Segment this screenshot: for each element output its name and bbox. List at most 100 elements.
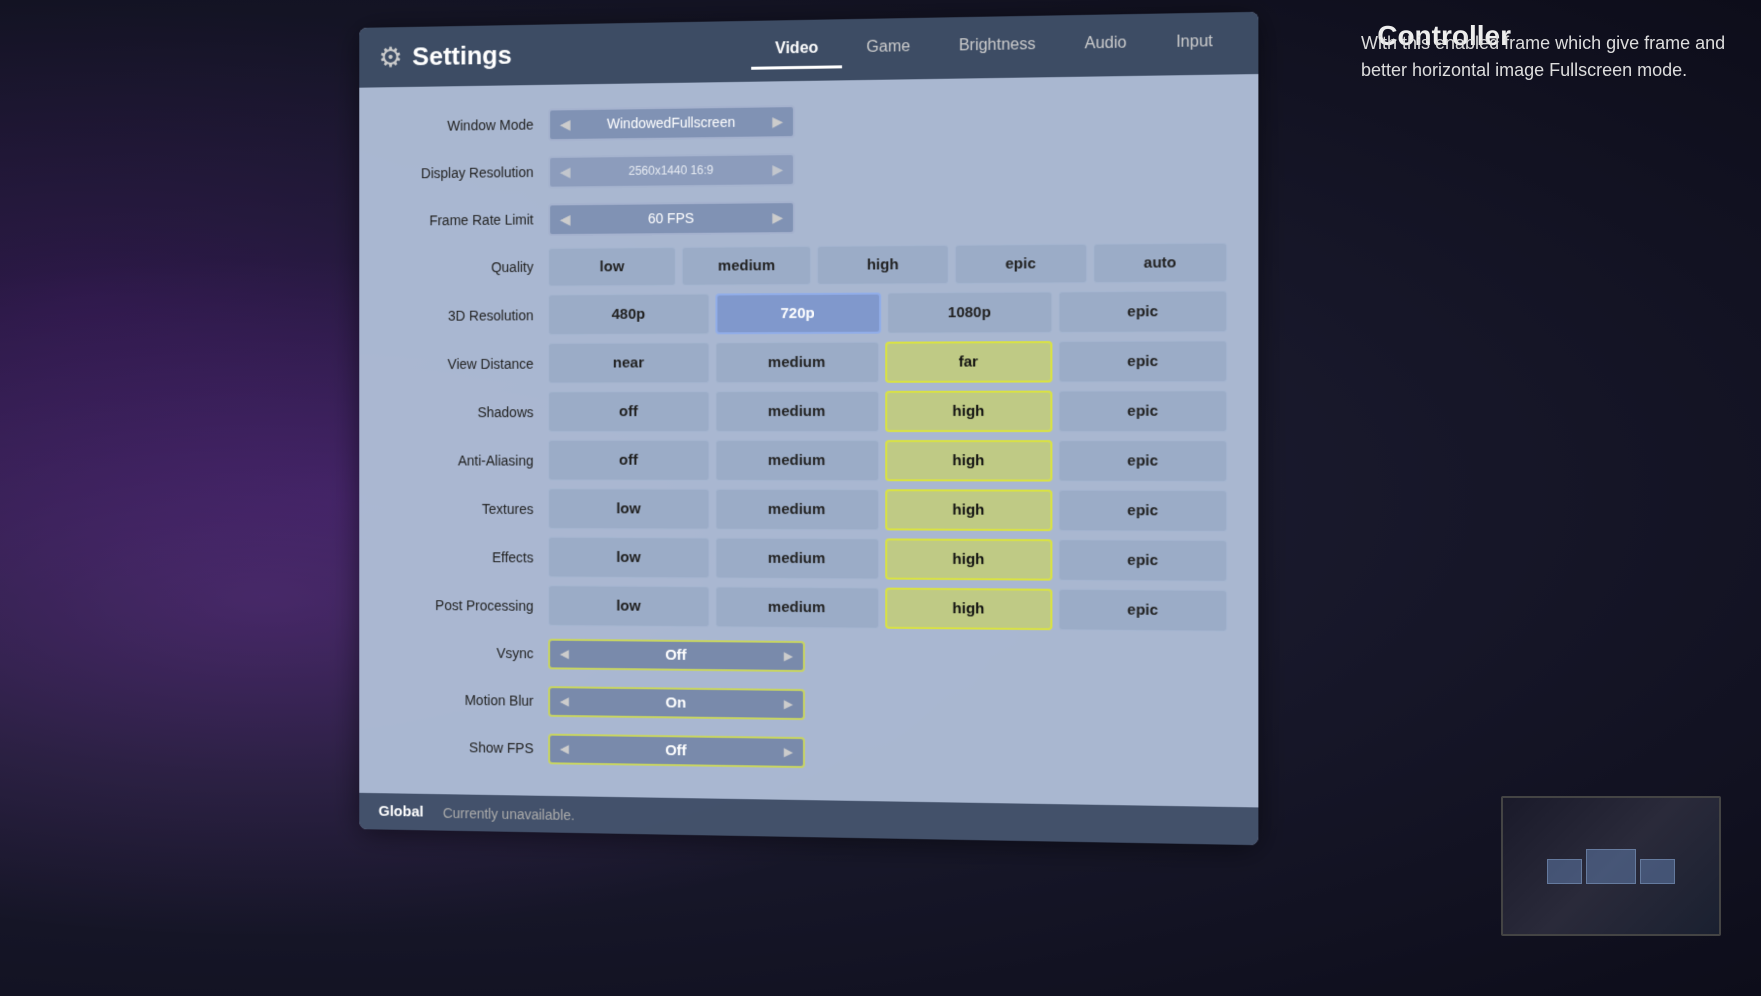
motion-blur-row: Motion Blur ◀ On ▶ [378, 679, 1227, 729]
vd-near[interactable]: near [548, 342, 709, 383]
vd-medium[interactable]: medium [715, 342, 878, 383]
resolution-3d-options: 480p 720p 1080p epic [548, 290, 1227, 335]
quality-auto[interactable]: auto [1093, 242, 1227, 283]
window-mode-value: WindowedFullscreen [570, 113, 772, 132]
textures-label: Textures [378, 500, 548, 516]
fx-low[interactable]: low [548, 537, 709, 579]
anti-aliasing-row: Anti-Aliasing off medium high epic [378, 440, 1227, 482]
framerate-value: 60 FPS [570, 209, 772, 227]
res-720p[interactable]: 720p [715, 293, 880, 335]
vd-far[interactable]: far [885, 341, 1053, 383]
motion-blur-selector[interactable]: ◀ On ▶ [548, 686, 805, 720]
show-fps-selector[interactable]: ◀ Off ▶ [548, 733, 805, 767]
webcam-thumbnail [1501, 796, 1721, 936]
show-fps-value: Off [569, 740, 784, 760]
effects-options: low medium high epic [548, 537, 1227, 582]
aa-epic[interactable]: epic [1059, 440, 1227, 482]
shadows-label: Shadows [378, 404, 548, 420]
quality-epic[interactable]: epic [954, 243, 1087, 283]
tab-video[interactable]: Video [751, 31, 842, 69]
shadow-off[interactable]: off [548, 391, 709, 432]
motion-blur-left-arrow[interactable]: ◀ [560, 694, 569, 708]
resolution-value: 2560x1440 16:9 [570, 162, 772, 178]
vsync-selector[interactable]: ◀ Off ▶ [548, 638, 805, 671]
window-mode-right-arrow[interactable]: ▶ [772, 113, 783, 130]
pp-low[interactable]: low [548, 585, 709, 627]
quality-low[interactable]: low [548, 246, 676, 286]
fx-epic[interactable]: epic [1059, 539, 1227, 582]
footer-global: Global [378, 803, 423, 820]
window-mode-row: Window Mode ◀ WindowedFullscreen ▶ [378, 95, 1227, 146]
monitor-setup-graphic [1547, 849, 1675, 884]
motion-blur-right-arrow[interactable]: ▶ [784, 697, 793, 711]
resolution-3d-label: 3D Resolution [378, 307, 548, 324]
shadow-medium[interactable]: medium [715, 391, 878, 432]
description-panel: With this enabled frame which give frame… [1351, 20, 1741, 94]
anti-aliasing-options: off medium high epic [548, 440, 1227, 482]
vsync-label: Vsync [378, 644, 548, 661]
tex-high[interactable]: high [885, 489, 1053, 531]
resolution-left-arrow[interactable]: ◀ [560, 163, 571, 180]
tex-epic[interactable]: epic [1059, 490, 1227, 532]
pp-high[interactable]: high [885, 588, 1053, 631]
aa-off[interactable]: off [548, 440, 709, 481]
frame-rate-selector[interactable]: ◀ 60 FPS ▶ [548, 201, 795, 236]
anti-aliasing-label: Anti-Aliasing [378, 452, 548, 468]
view-distance-options: near medium far epic [548, 340, 1227, 383]
pp-epic[interactable]: epic [1059, 589, 1227, 632]
frame-rate-row: Frame Rate Limit ◀ 60 FPS ▶ [378, 193, 1227, 241]
framerate-right-arrow[interactable]: ▶ [772, 209, 783, 226]
tab-navigation: Video Game Brightness Audio Input [751, 24, 1237, 69]
vsync-value: Off [569, 645, 784, 664]
quality-row: Quality low medium high epic auto [378, 242, 1227, 288]
resolution-right-arrow[interactable]: ▶ [772, 161, 783, 178]
textures-row: Textures low medium high epic [378, 488, 1227, 532]
res-480p[interactable]: 480p [548, 294, 709, 336]
vsync-left-arrow[interactable]: ◀ [560, 647, 569, 661]
panel-title: Settings [412, 40, 511, 72]
display-resolution-row: Display Resolution ◀ 2560x1440 16:9 ▶ [378, 144, 1227, 194]
fx-medium[interactable]: medium [715, 538, 878, 580]
settings-panel: ⚙ Settings Video Game Brightness Audio I… [359, 12, 1258, 845]
res-1080p[interactable]: 1080p [887, 292, 1053, 334]
vsync-row: Vsync ◀ Off ▶ [378, 632, 1227, 680]
motion-blur-value: On [569, 693, 784, 712]
framerate-left-arrow[interactable]: ◀ [560, 211, 571, 228]
vsync-right-arrow[interactable]: ▶ [784, 649, 793, 663]
monitor-right [1640, 859, 1675, 884]
window-mode-left-arrow[interactable]: ◀ [560, 116, 571, 133]
show-fps-left-arrow[interactable]: ◀ [560, 742, 569, 756]
tex-low[interactable]: low [548, 488, 709, 529]
shadow-high[interactable]: high [885, 391, 1053, 432]
res-epic[interactable]: epic [1059, 290, 1227, 332]
tab-game[interactable]: Game [842, 30, 934, 69]
view-distance-label: View Distance [378, 355, 548, 371]
monitor-left [1547, 859, 1582, 884]
aa-medium[interactable]: medium [715, 440, 878, 481]
tab-input[interactable]: Input [1151, 24, 1237, 63]
shadow-epic[interactable]: epic [1059, 390, 1227, 432]
effects-label: Effects [378, 548, 548, 565]
quality-high[interactable]: high [817, 244, 948, 284]
resolution-3d-row: 3D Resolution 480p 720p 1080p epic [378, 290, 1227, 335]
vd-epic[interactable]: epic [1059, 340, 1227, 382]
pp-medium[interactable]: medium [715, 586, 878, 628]
display-resolution-label: Display Resolution [378, 164, 548, 182]
aa-high[interactable]: high [885, 440, 1053, 482]
motion-blur-label: Motion Blur [378, 691, 548, 709]
display-resolution-selector[interactable]: ◀ 2560x1440 16:9 ▶ [548, 153, 795, 189]
show-fps-label: Show FPS [378, 738, 548, 756]
shadows-row: Shadows off medium high epic [378, 390, 1227, 432]
window-mode-selector[interactable]: ◀ WindowedFullscreen ▶ [548, 105, 795, 141]
show-fps-right-arrow[interactable]: ▶ [784, 745, 793, 759]
tex-medium[interactable]: medium [715, 489, 878, 531]
tab-brightness[interactable]: Brightness [934, 27, 1060, 66]
fx-high[interactable]: high [885, 538, 1053, 580]
quality-medium[interactable]: medium [682, 245, 811, 285]
settings-gear-icon: ⚙ [378, 41, 402, 74]
quality-label: Quality [378, 259, 548, 276]
post-processing-options: low medium high epic [548, 585, 1227, 631]
shadows-options: off medium high epic [548, 390, 1227, 432]
view-distance-row: View Distance near medium far epic [378, 340, 1227, 383]
tab-audio[interactable]: Audio [1060, 26, 1151, 65]
